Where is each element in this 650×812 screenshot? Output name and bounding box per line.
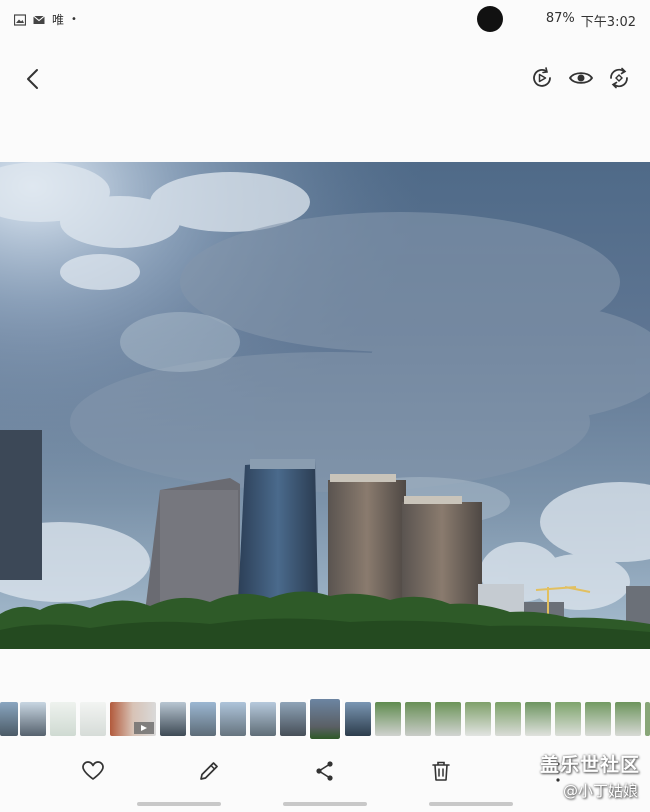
viewer-toolbar [0, 56, 650, 102]
mail-icon [33, 15, 45, 24]
thumbnail-video[interactable] [110, 702, 156, 736]
rotate-icon[interactable] [606, 65, 632, 91]
back-icon[interactable] [18, 64, 48, 94]
front-camera [477, 6, 503, 32]
status-bar: 唯 • 87% 下午3:02 [0, 0, 650, 38]
more-notifications-dot: • [71, 13, 77, 25]
share-icon[interactable] [312, 758, 338, 784]
thumbnail[interactable] [405, 702, 431, 736]
thumbnail[interactable] [0, 702, 18, 736]
nav-recents-handle[interactable] [137, 802, 221, 806]
thumbnail[interactable] [465, 702, 491, 736]
notification-icons: 唯 • [14, 11, 77, 28]
thumbnail[interactable] [645, 702, 650, 736]
thumbnail[interactable] [585, 702, 611, 736]
motion-photo-icon[interactable] [529, 65, 555, 91]
thumbnail-active[interactable] [308, 699, 342, 739]
thumbnail[interactable] [495, 702, 521, 736]
thumbnail[interactable] [280, 702, 306, 736]
thumbnail[interactable] [220, 702, 246, 736]
gallery-notification-icon [14, 13, 26, 26]
thumbnail[interactable] [555, 702, 581, 736]
city-skyline-photo[interactable] [0, 162, 650, 649]
edit-icon[interactable] [196, 758, 222, 784]
thumbnail[interactable] [250, 702, 276, 736]
thumbnail[interactable] [80, 702, 106, 736]
clock: 下午3:02 [580, 15, 636, 30]
thumbnail[interactable] [435, 702, 461, 736]
thumbnail[interactable] [160, 702, 186, 736]
watermark-title: 盖乐世社区 [539, 754, 640, 776]
thumbnail[interactable] [375, 702, 401, 736]
eye-icon[interactable] [568, 65, 594, 91]
thumbnail[interactable] [345, 702, 371, 736]
thumbnail[interactable] [20, 702, 46, 736]
thumbnail[interactable] [50, 702, 76, 736]
thumbnail[interactable] [190, 702, 216, 736]
thumbnail[interactable] [525, 702, 551, 736]
play-icon [134, 722, 154, 734]
delete-icon[interactable] [428, 758, 454, 784]
nav-back-handle[interactable] [429, 802, 513, 806]
thumbnail[interactable] [615, 702, 641, 736]
heart-icon[interactable] [80, 758, 106, 784]
carrier-text: 唯 [52, 13, 65, 27]
battery-percent: 87% [545, 11, 575, 26]
filmstrip [0, 699, 650, 739]
watermark-author: @小丁姑娘 [562, 782, 638, 800]
nav-home-handle[interactable] [283, 802, 367, 806]
